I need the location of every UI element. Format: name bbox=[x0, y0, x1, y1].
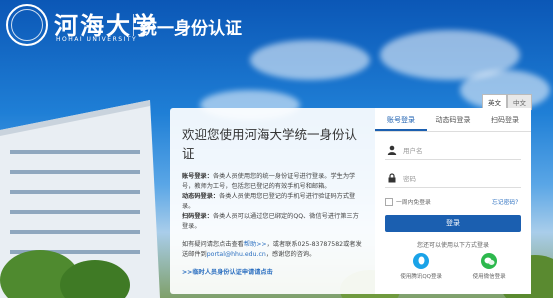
username-field bbox=[385, 142, 523, 160]
welcome-title: 欢迎您使用河海大学统一身份认证 bbox=[182, 127, 358, 161]
social-login: 使用腾讯QQ登录 使用微信登录 bbox=[385, 253, 521, 280]
dynamic-login-label: 动态码登录： bbox=[182, 193, 220, 200]
remember-label: 一周内免登录 bbox=[396, 200, 431, 206]
tab-dynamic-code-login[interactable]: 动态码登录 bbox=[427, 108, 479, 131]
system-title: 统一身份认证 bbox=[140, 19, 242, 39]
tab-account-login[interactable]: 账号登录 bbox=[375, 108, 427, 131]
remember-me[interactable]: 一周内免登录 bbox=[385, 197, 431, 206]
login-tabs: 账号登录 动态码登录 扫码登录 bbox=[375, 108, 531, 132]
help-suffix: ，感谢您的咨询。 bbox=[265, 250, 316, 258]
wechat-login[interactable]: 使用微信登录 bbox=[473, 253, 506, 280]
account-login-label: 账号登录： bbox=[182, 173, 213, 180]
wechat-login-label: 使用微信登录 bbox=[472, 274, 506, 280]
qq-login[interactable]: 使用腾讯QQ登录 bbox=[400, 253, 442, 280]
welcome-panel: 欢迎您使用河海大学统一身份认证 账号登录：各类人员使用您的统一身份证号进行登录。… bbox=[170, 108, 375, 294]
login-options: 一周内免登录 忘记密码？ bbox=[385, 197, 521, 206]
university-seal-icon bbox=[6, 4, 48, 46]
lock-icon bbox=[388, 173, 396, 183]
help-text: 如有疑问请您点击查看帮助>>，或者联系025-83787582或者发送邮件到po… bbox=[182, 240, 363, 259]
tab-scan-login[interactable]: 扫码登录 bbox=[479, 108, 531, 131]
login-button[interactable]: 登录 bbox=[385, 215, 521, 232]
password-input[interactable] bbox=[403, 170, 523, 187]
forgot-password-link[interactable]: 忘记密码？ bbox=[492, 197, 521, 206]
login-panel: 账号登录 动态码登录 扫码登录 一周内免登录 忘记密码？ 登录 您还可以使用以下… bbox=[375, 108, 531, 294]
scan-login-label: 扫码登录： bbox=[182, 213, 213, 220]
remember-checkbox[interactable] bbox=[385, 197, 393, 206]
username-input[interactable] bbox=[403, 142, 523, 159]
wechat-icon[interactable] bbox=[481, 253, 498, 269]
help-prefix: 如有疑问请您点击查看 bbox=[182, 241, 244, 248]
qq-icon[interactable] bbox=[413, 253, 430, 269]
university-name-en: HOHAI UNIVERSITY bbox=[56, 36, 138, 43]
site-header: 河海大学 HOHAI UNIVERSITY 统一身份认证 bbox=[0, 0, 553, 50]
help-link[interactable]: 帮助>> bbox=[244, 241, 267, 248]
login-instructions: 账号登录：各类人员使用您的统一身份证号进行登录。学生为学号，教师为工号，包括您已… bbox=[182, 172, 363, 231]
qq-login-label: 使用腾讯QQ登录 bbox=[400, 274, 442, 280]
user-icon bbox=[387, 145, 397, 155]
header-divider bbox=[133, 14, 134, 36]
temp-user-apply-link[interactable]: >>临时人员身份认证申请请点击 bbox=[182, 267, 363, 276]
password-field bbox=[385, 170, 523, 188]
alt-login-text: 您还可以使用以下方式登录 bbox=[416, 242, 489, 249]
help-email-link[interactable]: portal@hhu.edu.cn bbox=[207, 251, 266, 258]
